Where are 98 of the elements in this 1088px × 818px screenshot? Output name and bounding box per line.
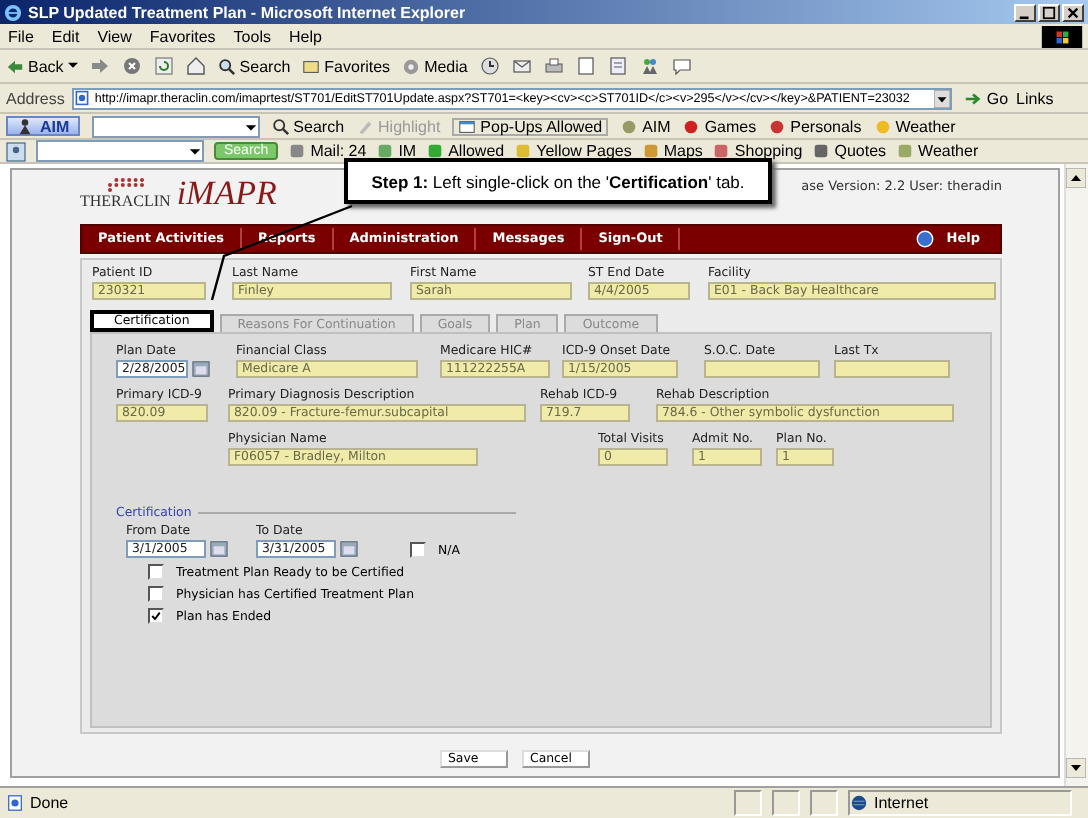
calendar-icon[interactable] <box>192 360 210 378</box>
menu-item[interactable]: View <box>97 27 132 45</box>
back-button[interactable]: Back <box>6 57 78 75</box>
square-icon <box>288 142 307 160</box>
popups-allowed-button[interactable]: Pop-Ups Allowed <box>452 117 609 135</box>
square-icon <box>712 142 731 160</box>
search-button[interactable]: Search <box>217 57 291 75</box>
security-zone-text: Internet <box>874 794 929 812</box>
maximize-button[interactable] <box>1038 3 1060 21</box>
links-button[interactable]: Links <box>1016 89 1054 107</box>
toolbar-link[interactable]: Shopping <box>712 142 803 160</box>
toolbar-link[interactable]: Quotes <box>812 142 887 160</box>
windows-logo-icon <box>1040 25 1084 47</box>
pen-icon <box>356 117 375 135</box>
discuss-icon[interactable] <box>607 56 628 76</box>
toolbar-link[interactable]: IM <box>376 142 417 160</box>
media-button[interactable]: Media <box>402 57 468 75</box>
close-button[interactable] <box>1062 3 1084 21</box>
arrow-icon <box>964 89 983 107</box>
read-only-field[interactable] <box>704 360 820 378</box>
maximize-icon <box>1042 5 1056 19</box>
folder-icon <box>302 57 321 75</box>
dropdown-arrow-icon <box>188 144 202 158</box>
menu-item[interactable]: Tools <box>233 27 271 45</box>
dropdown-arrow-icon[interactable] <box>934 89 951 107</box>
favorites-button[interactable]: Favorites <box>302 57 391 75</box>
window-icon <box>458 117 477 135</box>
menu-item[interactable]: Edit <box>51 27 80 45</box>
browser-logo-icon <box>4 3 22 21</box>
help-icon[interactable] <box>916 230 935 248</box>
square-icon <box>514 142 533 160</box>
checkbox[interactable] <box>148 608 164 624</box>
status-text: Done <box>30 794 69 812</box>
square-icon <box>812 142 831 160</box>
toolbar-link[interactable]: Yellow Pages <box>514 142 632 160</box>
chat-bubble-icon[interactable] <box>671 56 692 76</box>
messenger-icon[interactable] <box>639 56 660 76</box>
checkbox[interactable] <box>148 586 164 602</box>
window-title: SLP Updated Treatment Plan - Microsoft Internet Explorer <box>28 3 466 21</box>
toolbar-link[interactable]: Personals <box>768 117 862 135</box>
back-arrow-icon <box>6 57 24 75</box>
search-input[interactable] <box>36 140 204 162</box>
round-icon <box>768 117 787 135</box>
home-icon[interactable] <box>185 56 206 76</box>
search-icon <box>271 117 290 135</box>
toolbar-link[interactable]: Weather <box>873 117 956 135</box>
round-icon <box>620 117 639 135</box>
toolbar-link[interactable]: Games <box>682 117 757 135</box>
toolbar-link[interactable]: Maps <box>641 142 703 160</box>
print-icon[interactable] <box>543 56 564 76</box>
aim-search-button[interactable]: Search <box>271 117 345 135</box>
address-label: Address <box>6 89 65 107</box>
toolbar-link[interactable]: Allowed <box>426 142 505 160</box>
search-input[interactable] <box>91 115 260 137</box>
company-logo-text: THERACLIN <box>80 192 171 210</box>
scroll-up-arrow-icon[interactable] <box>1066 168 1086 188</box>
scrollbar[interactable] <box>1064 164 1088 786</box>
refresh-icon[interactable] <box>153 56 174 76</box>
edit-icon[interactable] <box>575 56 596 76</box>
mail-icon[interactable] <box>511 56 532 76</box>
search-icon <box>217 57 236 75</box>
checkbox[interactable] <box>148 564 164 580</box>
menu-item[interactable]: Help <box>288 27 322 45</box>
globe-icon <box>850 794 868 812</box>
callout-text: Step 1: Left single-click on the 'Certification' tab. <box>371 171 745 191</box>
stop-icon[interactable] <box>121 56 142 76</box>
menu-item[interactable]: Favorites <box>149 27 216 45</box>
check-icon <box>150 610 162 622</box>
square-icon <box>376 142 395 160</box>
scroll-down-arrow-icon[interactable] <box>1066 758 1086 778</box>
dropdown-arrow-icon <box>243 119 258 133</box>
disc-icon <box>402 57 421 75</box>
logo-dots-icon <box>105 176 146 192</box>
square-icon <box>641 142 660 160</box>
product-logo-text: iMAPR <box>176 176 277 210</box>
history-icon[interactable] <box>479 56 500 76</box>
square-icon <box>896 142 915 160</box>
round-icon <box>873 117 892 135</box>
forward-arrow-icon[interactable] <box>89 56 110 76</box>
person-icon <box>16 117 34 135</box>
page-icon <box>74 90 91 106</box>
menu-item[interactable]: File <box>8 27 34 45</box>
read-only-field[interactable] <box>834 360 950 378</box>
toolbar-link[interactable]: AIM <box>620 117 671 135</box>
close-icon <box>1066 5 1080 19</box>
calendar-icon[interactable] <box>210 540 228 558</box>
go-button[interactable]: Go <box>964 89 1009 107</box>
calendar-icon[interactable] <box>340 540 358 558</box>
aim-button[interactable]: AIM <box>6 116 80 136</box>
toolbar-link[interactable]: Mail: 24 <box>288 142 367 160</box>
round-icon <box>682 117 701 135</box>
toolbar-link[interactable]: Weather <box>896 142 979 160</box>
page-icon <box>6 794 24 812</box>
checkbox[interactable] <box>410 542 426 558</box>
caret-icon <box>67 62 78 70</box>
minimize-button[interactable] <box>1014 3 1036 21</box>
person-icon[interactable] <box>6 141 26 161</box>
square-icon <box>426 142 445 160</box>
